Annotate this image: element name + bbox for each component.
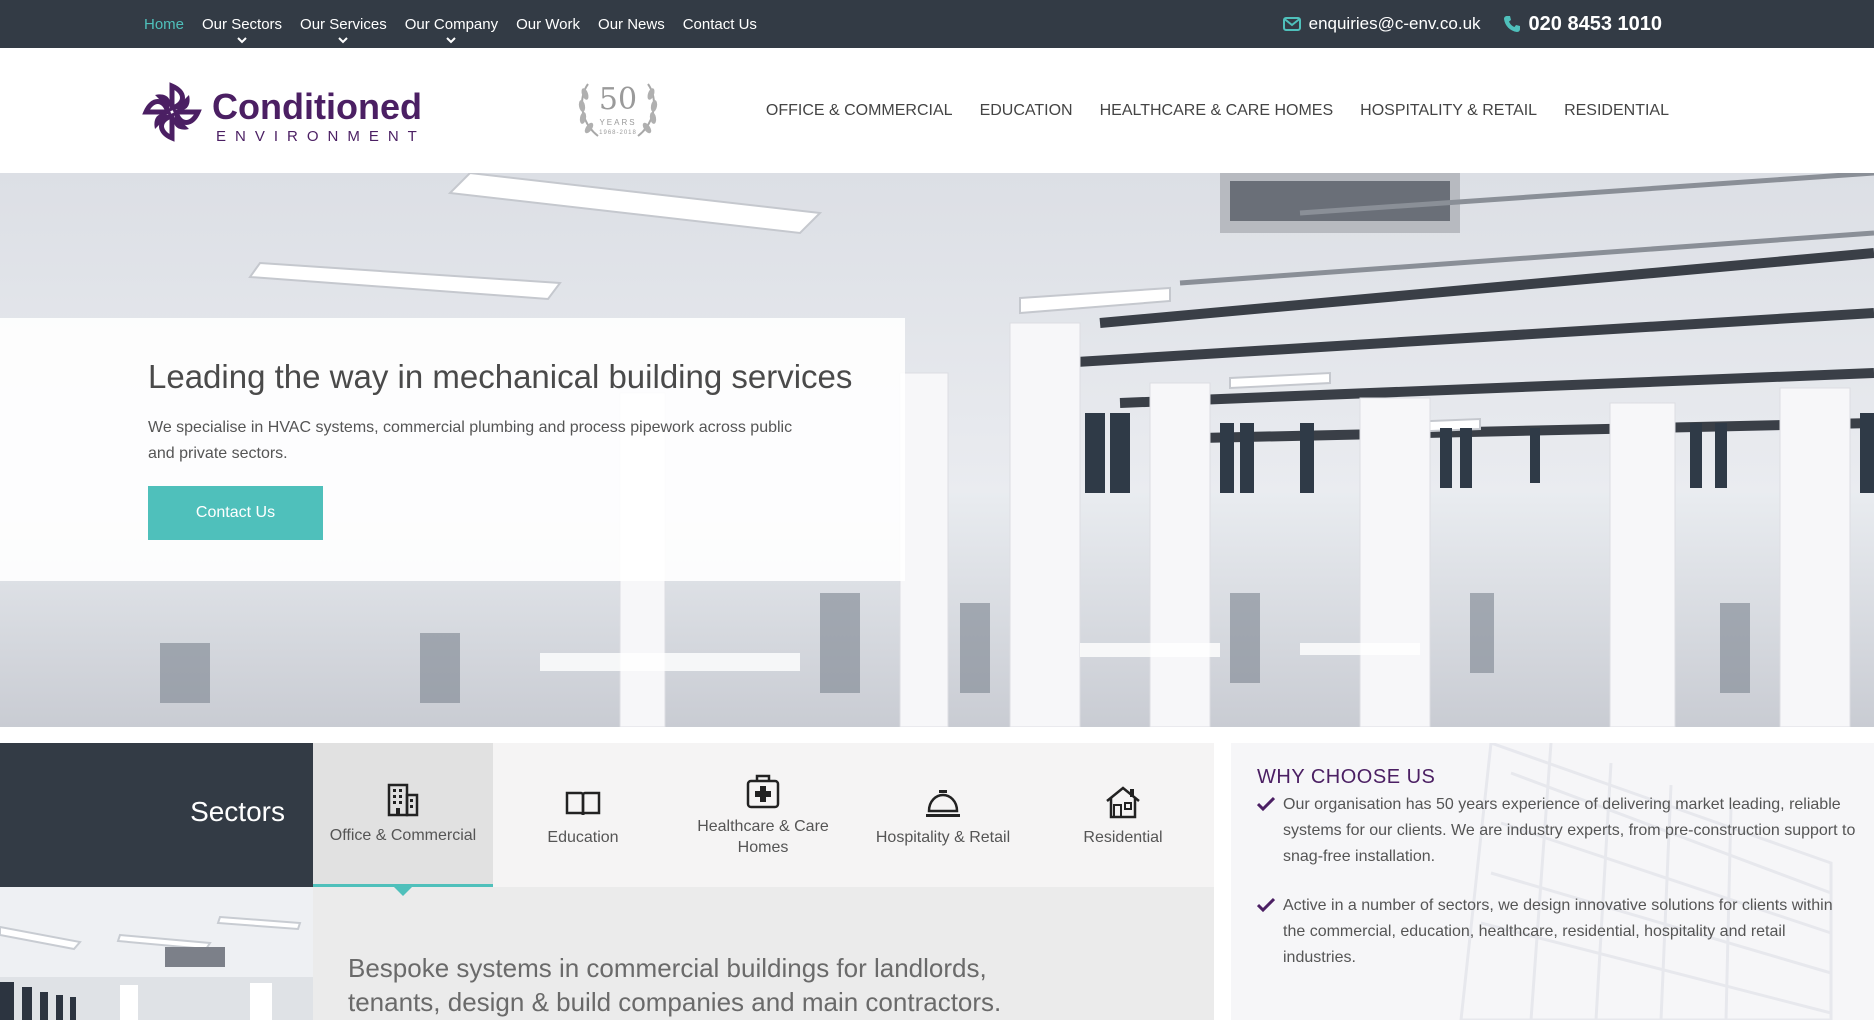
site-header: Conditioned ENVIRONMENT 50 YEARS 1968-20… <box>0 48 1874 173</box>
tab-label: Office & Commercial <box>329 827 477 844</box>
hero-text: We specialise in HVAC systems, commercia… <box>148 419 793 462</box>
nav-our-work[interactable]: Our Work <box>516 16 580 33</box>
phone-icon <box>1503 16 1520 32</box>
contact-us-button[interactable]: Contact Us <box>148 486 323 540</box>
why-item: Our organisation has 50 years experience… <box>1257 792 1857 870</box>
tab-hospitality[interactable]: Hospitality & Retail <box>853 743 1033 887</box>
anniversary-badge: 50 YEARS 1968-2018 <box>574 78 662 144</box>
why-item-text: Active in a number of sectors, we design… <box>1283 897 1833 966</box>
active-tab-arrow <box>393 886 413 896</box>
badge-years: YEARS <box>599 118 637 127</box>
open-book-icon <box>565 791 601 815</box>
chevron-down-icon <box>446 36 457 43</box>
hero-banner: Leading the way in mechanical building s… <box>0 173 1874 727</box>
sectors-title: Sectors <box>190 796 285 827</box>
top-contact: enquiries@c-env.co.uk 020 8453 1010 <box>1282 0 1662 48</box>
office-building-icon <box>387 783 419 817</box>
sector-nav-office-commercial[interactable]: OFFICE & COMMERCIAL <box>766 102 953 120</box>
sectors-section: Sectors Office & Commercial Education He… <box>0 743 1214 1020</box>
why-title: WHY CHOOSE US <box>1257 766 1436 788</box>
tab-office-commercial[interactable]: Office & Commercial <box>313 743 493 896</box>
checkmark-icon <box>1257 796 1275 812</box>
sectors-tabs: Office & Commercial Education Healthcare… <box>313 743 1214 896</box>
sector-nav-healthcare[interactable]: HEALTHCARE & CARE HOMES <box>1100 102 1334 120</box>
nav-our-services[interactable]: Our Services <box>300 16 387 43</box>
chevron-down-icon <box>237 36 247 43</box>
nav-home[interactable]: Home <box>144 16 184 33</box>
office-thumbnail-photo <box>0 887 313 1020</box>
envelope-icon <box>1282 17 1301 31</box>
nav-contact-us[interactable]: Contact Us <box>683 16 757 33</box>
tab-label: Education <box>547 828 619 846</box>
why-item: Active in a number of sectors, we design… <box>1257 893 1857 971</box>
logo-name: Conditioned <box>212 86 422 127</box>
sector-nav-residential[interactable]: RESIDENTIAL <box>1564 102 1669 120</box>
tab-label: Hospitality & Retail <box>875 828 1011 846</box>
swirl-logo-icon <box>142 82 202 142</box>
checkmark-icon <box>1257 897 1275 913</box>
why-item-text: Our organisation has 50 years experience… <box>1283 796 1856 865</box>
service-bell-icon <box>926 789 960 817</box>
medical-bag-icon <box>746 774 780 809</box>
chevron-down-icon <box>338 36 349 43</box>
hero-title: Leading the way in mechanical building s… <box>148 358 853 395</box>
tab-label: Residential <box>1083 828 1163 846</box>
phone-link[interactable]: 020 8453 1010 <box>1503 13 1662 36</box>
badge-number: 50 <box>598 82 638 117</box>
logo[interactable]: Conditioned ENVIRONMENT <box>140 76 430 146</box>
sector-nav-education[interactable]: EDUCATION <box>980 102 1073 120</box>
sector-nav-hospitality[interactable]: HOSPITALITY & RETAIL <box>1360 102 1537 120</box>
why-choose-us: WHY CHOOSE US Our organisation has 50 ye… <box>1231 743 1874 1020</box>
tab-education[interactable]: Education <box>493 743 673 887</box>
tab-residential[interactable]: Residential <box>1033 743 1213 887</box>
top-nav: Home Our Sectors Our Services Our Compan… <box>144 0 757 48</box>
sectors-header: Sectors <box>0 743 313 887</box>
tab-healthcare[interactable]: Healthcare & Care Homes <box>673 743 853 887</box>
hero-card: Leading the way in mechanical building s… <box>0 318 905 581</box>
sector-nav: OFFICE & COMMERCIAL EDUCATION HEALTHCARE… <box>766 48 1669 173</box>
tab-label: Healthcare & Care Homes <box>697 818 829 856</box>
nav-our-company[interactable]: Our Company <box>405 16 498 43</box>
top-bar: Home Our Sectors Our Services Our Compan… <box>0 0 1874 48</box>
sector-description: Bespoke systems in commercial buildings … <box>348 953 1002 1017</box>
badge-range: 1968-2018 <box>599 130 637 136</box>
logo-subtitle: ENVIRONMENT <box>216 128 426 145</box>
nav-our-news[interactable]: Our News <box>598 16 665 33</box>
house-icon <box>1106 785 1140 818</box>
office-thumbnail-image <box>0 887 313 1020</box>
email-link[interactable]: enquiries@c-env.co.uk <box>1282 14 1481 34</box>
nav-our-sectors[interactable]: Our Sectors <box>202 16 282 43</box>
